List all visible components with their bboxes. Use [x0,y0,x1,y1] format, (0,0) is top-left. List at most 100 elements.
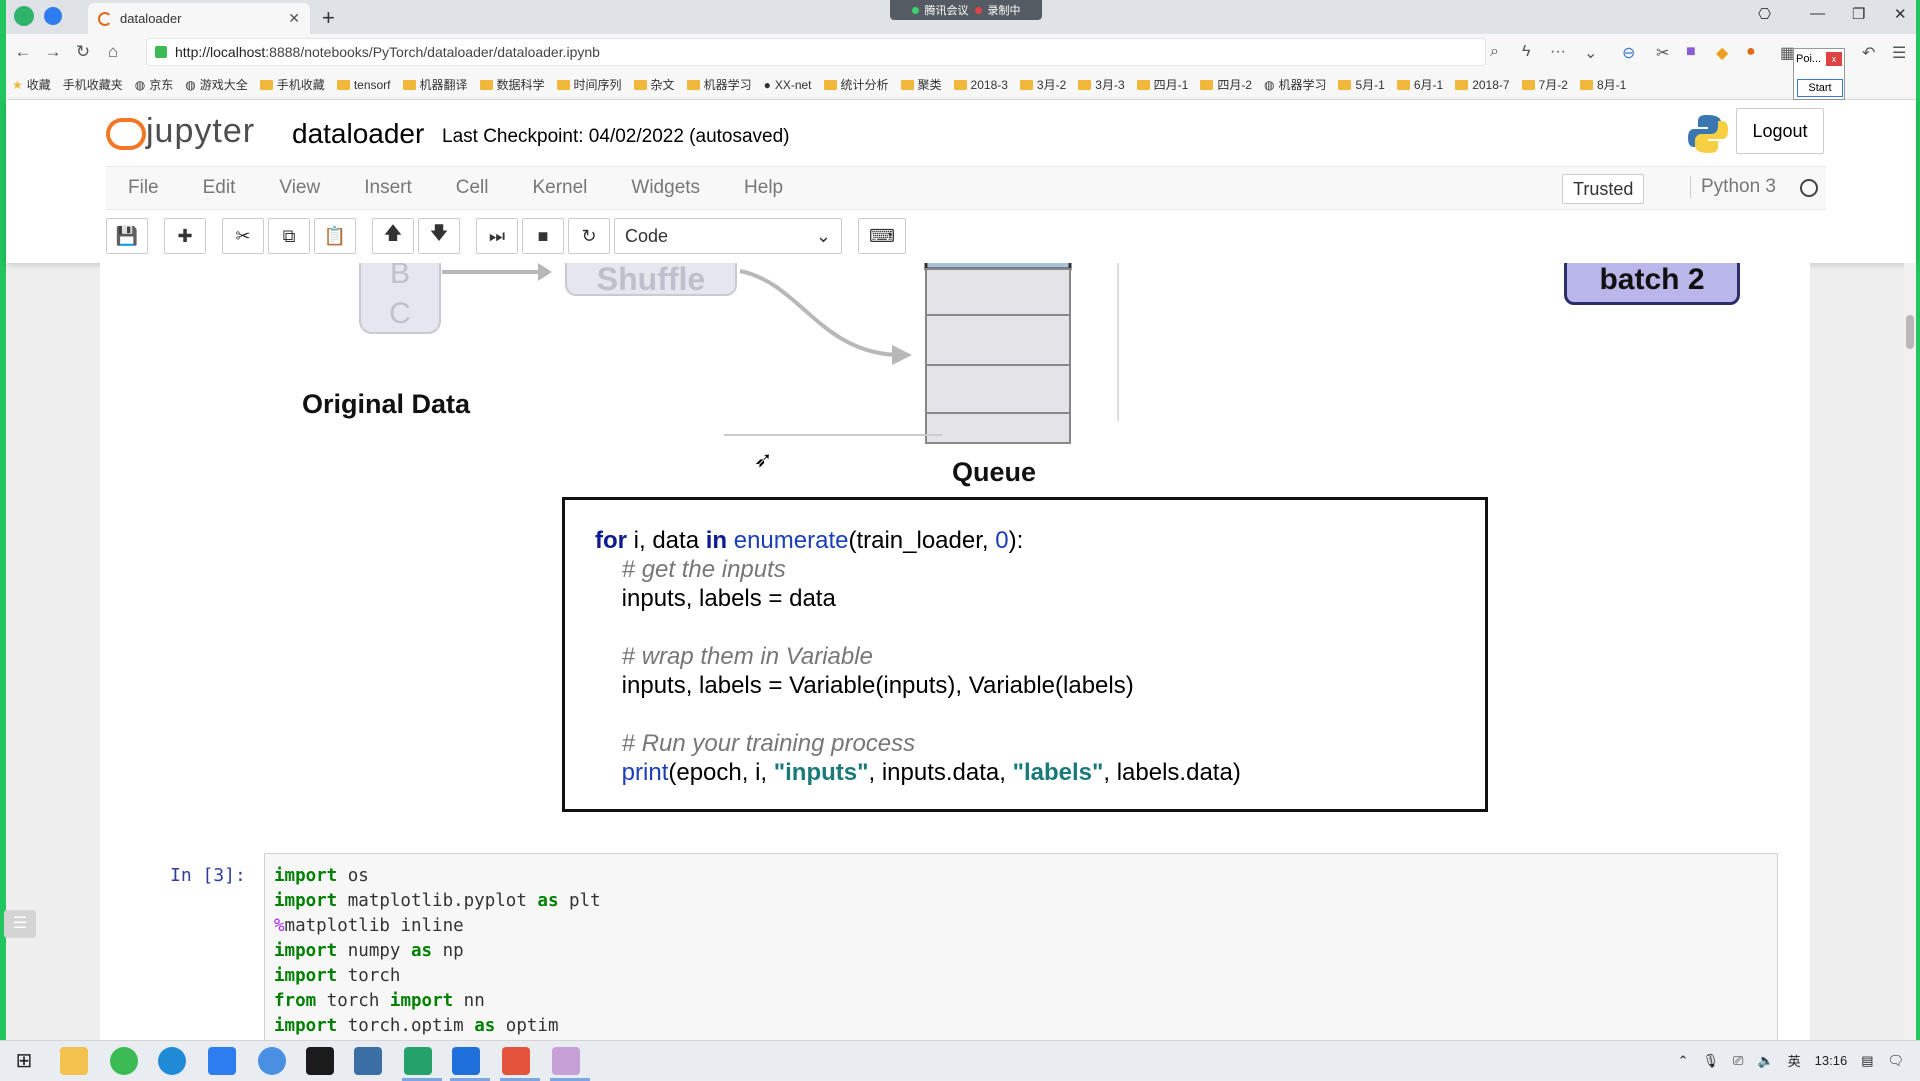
sogou-icon[interactable] [258,1047,286,1075]
edge-icon[interactable] [158,1047,186,1075]
menu-help[interactable]: Help [722,177,805,199]
restart-button[interactable]: ↻ [568,218,610,254]
bookmark-folder[interactable]: 8月-1 [1579,76,1626,93]
save-button[interactable]: 💾 [106,218,148,254]
microphone-icon[interactable]: 🎙 [1703,1053,1720,1069]
popup-close-button[interactable]: x [1826,52,1842,66]
insert-cell-button[interactable]: ✚ [164,218,206,254]
bookmark-item[interactable]: ◍ 机器学习 [1264,76,1327,93]
kernel-name[interactable]: Python 3 [1690,176,1776,198]
bookmark-folder[interactable]: tensorf [336,78,391,92]
address-bar[interactable]: http://localhost :8888/notebooks/PyTorch… [146,38,1486,66]
lightning-icon[interactable]: ϟ [1522,43,1530,61]
code-cell-editor[interactable]: import os import matplotlib.pyplot as pl… [264,853,1778,1040]
browser-360-icon[interactable] [110,1047,138,1075]
bookmark-folder[interactable]: 5月-1 [1338,76,1385,93]
notification-icon[interactable]: 🗨 [1887,1053,1904,1069]
menu-kernel[interactable]: Kernel [510,177,609,199]
cell-type-select[interactable]: Code ⌄ [614,218,842,254]
menu-icon[interactable]: ☰ [1892,43,1906,63]
logout-button[interactable]: Logout [1736,108,1824,154]
cut-button[interactable]: ✂ [222,218,264,254]
command-palette-button[interactable]: ⌨ [858,218,906,254]
bookmark-folder[interactable]: 机器学习 [686,76,752,93]
bookmark-folder[interactable]: 2018-3 [953,78,1008,92]
menu-widgets[interactable]: Widgets [609,177,722,199]
run-button[interactable]: ⏭ [476,218,518,254]
tab-close-icon[interactable]: ✕ [288,10,300,27]
bookmark-item[interactable]: ★ 收藏 [12,76,51,93]
recorder-app-icon[interactable] [502,1047,530,1075]
bookmark-folder[interactable]: 四月-1 [1136,76,1188,93]
tab-dataloader[interactable]: dataloader ✕ [88,3,310,34]
zoom-icon[interactable]: ⌕ [1490,43,1499,61]
bookmark-item[interactable]: ◍ 游戏大全 [185,76,248,93]
bookmark-folder[interactable]: 统计分析 [823,76,889,93]
clock[interactable]: 13:16 [1815,1053,1848,1068]
forward-icon[interactable]: → [40,42,66,62]
paste-button[interactable]: 📋 [314,218,356,254]
pin-icon[interactable]: ⎔ [1758,5,1771,23]
trusted-indicator[interactable]: Trusted [1562,174,1645,204]
menu-insert[interactable]: Insert [342,177,434,199]
bookmark-folder[interactable]: 手机收藏 [259,76,325,93]
bookmark-folder[interactable]: 聚类 [900,76,942,93]
window-app-icon[interactable] [354,1047,382,1075]
page-scrollbar[interactable] [1904,263,1916,1040]
bookmark-folder[interactable]: 7月-2 [1521,76,1568,93]
toc-toggle-icon[interactable]: ☰ [4,910,36,938]
home-icon[interactable]: ⌂ [100,42,126,62]
meeting-app-icon[interactable] [452,1047,480,1075]
move-up-button[interactable]: 🡅 [372,218,414,254]
bookmark-item[interactable]: ● XX-net [764,78,812,92]
scissors-icon[interactable]: ✂ [1656,43,1669,63]
network-icon[interactable]: ⎚ [1733,1053,1743,1069]
ime-indicator[interactable]: 英 [1788,1051,1801,1070]
telegram-icon[interactable] [44,7,62,25]
move-down-button[interactable]: 🡇 [418,218,460,254]
chevron-down-icon[interactable]: ⌄ [1584,43,1597,63]
menu-edit[interactable]: Edit [181,177,258,199]
windows-start-icon[interactable]: ⊞ [10,1047,38,1075]
lark-icon[interactable] [208,1047,236,1075]
new-tab-button[interactable]: + [322,5,335,31]
bookmark-folder[interactable]: 3月-3 [1078,76,1125,93]
menu-cell[interactable]: Cell [434,177,511,199]
jupyter-logo[interactable]: jupyter [106,112,255,151]
bookmark-folder[interactable]: 2018-7 [1455,78,1510,92]
bookmark-folder[interactable]: 机器翻译 [402,76,468,93]
extension2-icon[interactable]: ■ [1686,43,1696,61]
reload-icon[interactable]: ↻ [70,42,96,62]
notepad-icon[interactable]: ▤ [1861,1053,1873,1069]
back-icon[interactable]: ← [10,42,36,62]
bookmark-folder[interactable]: 3月-2 [1019,76,1066,93]
file-explorer-icon[interactable] [60,1047,88,1075]
interrupt-button[interactable]: ■ [522,218,564,254]
more-icon[interactable]: ··· [1550,43,1566,61]
browser-logo-icon[interactable] [14,6,34,26]
paint-app-icon[interactable] [552,1047,580,1075]
close-window-button[interactable]: ✕ [1894,5,1907,23]
camtasia-icon[interactable] [404,1047,432,1075]
pycharm-icon[interactable] [306,1047,334,1075]
undo-icon[interactable]: ↶ [1862,43,1875,63]
extension-icon[interactable]: ⊖ [1622,43,1635,63]
bookmark-item[interactable]: ◍ 京东 [135,76,174,93]
bookmark-folder[interactable]: 四月-2 [1200,76,1252,93]
popup-start-button[interactable]: Start [1797,79,1843,97]
game-icon[interactable]: ● [1746,43,1756,61]
chevron-up-icon[interactable]: ⌃ [1678,1053,1689,1069]
bookmark-folder[interactable]: 杂文 [633,76,675,93]
meeting-indicator[interactable]: 腾讯会议 录制中 [890,0,1042,20]
minimize-button[interactable]: — [1810,5,1825,22]
shield-icon[interactable]: ◆ [1716,43,1728,63]
scrollbar-thumb[interactable] [1906,315,1914,349]
bookmark-folder[interactable]: 6月-1 [1396,76,1443,93]
volume-icon[interactable]: 🔈 [1757,1053,1773,1069]
notebook-name[interactable]: dataloader [292,118,424,150]
menu-view[interactable]: View [257,177,342,199]
bookmark-folder[interactable]: 数据科学 [479,76,545,93]
copy-button[interactable]: ⧉ [268,218,310,254]
menu-file[interactable]: File [106,177,181,199]
bookmark-folder[interactable]: 时间序列 [556,76,622,93]
